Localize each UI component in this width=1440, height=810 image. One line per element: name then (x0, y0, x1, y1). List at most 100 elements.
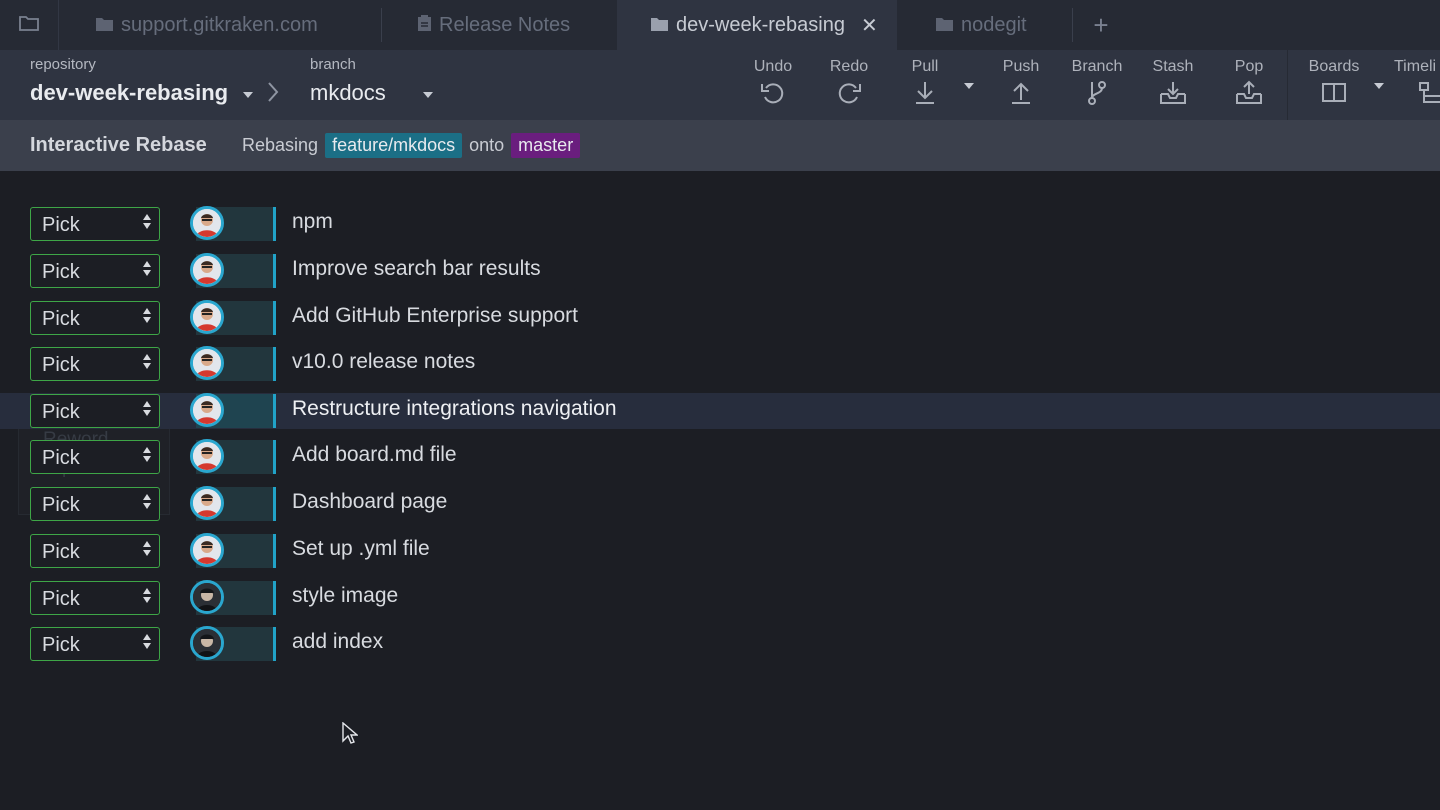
boards-options-caret-icon[interactable] (1374, 83, 1384, 89)
commit-action-select[interactable]: Pick (30, 394, 160, 428)
pull-options-caret-icon[interactable] (964, 83, 974, 89)
tab-dev-week-rebasing[interactable]: dev-week-rebasing ✕ (617, 0, 897, 50)
push-label: Push (1002, 58, 1040, 75)
interactive-rebase-header: Interactive Rebase Rebasing feature/mkdo… (0, 120, 1440, 171)
redo-button[interactable]: Redo (822, 50, 876, 120)
tab-label: support.gitkraken.com (121, 13, 318, 36)
commit-action-value: Pick (42, 214, 80, 236)
branch-button[interactable]: Branch (1068, 50, 1126, 120)
timeline-button[interactable]: Timeli (1394, 50, 1440, 120)
select-arrows-icon (143, 401, 151, 416)
commit-action-select[interactable]: Pick (30, 301, 160, 335)
author-avatar (190, 533, 224, 567)
commit-action-value: Pick (42, 354, 80, 376)
stash-label: Stash (1152, 58, 1194, 75)
commit-message: v10.0 release notes (292, 350, 476, 373)
tab-nodegit[interactable]: nodegit (936, 0, 1027, 50)
author-avatar (190, 253, 224, 287)
commit-action-select[interactable]: Pick (30, 347, 160, 381)
folder-icon (936, 14, 953, 37)
folder-icon (651, 14, 668, 37)
close-icon[interactable]: ✕ (861, 13, 878, 38)
undo-label: Undo (753, 58, 793, 75)
commit-row[interactable]: Pick v10.0 release notes (0, 346, 1440, 382)
select-arrows-icon (143, 588, 151, 603)
rebase-title: Interactive Rebase (30, 134, 207, 156)
repo-folder-button[interactable] (0, 0, 59, 50)
tab-label: Release Notes (439, 13, 571, 36)
push-icon (1009, 76, 1033, 111)
select-arrows-icon (143, 214, 151, 229)
commit-action-select[interactable]: Pick (30, 627, 160, 661)
select-arrows-icon (143, 494, 151, 509)
tab-divider (1072, 8, 1073, 42)
commit-row[interactable]: Pick Dashboard page (0, 486, 1440, 522)
repository-name[interactable]: dev-week-rebasing (30, 80, 228, 106)
commit-message: npm (292, 210, 333, 233)
undo-button[interactable]: Undo (746, 50, 800, 120)
branch-name[interactable]: mkdocs (310, 80, 386, 106)
add-tab-button[interactable]: + (1088, 0, 1114, 50)
commit-action-select[interactable]: Pick (30, 207, 160, 241)
commit-message: Dashboard page (292, 490, 448, 513)
onto-text: onto (469, 135, 505, 155)
commit-row[interactable]: Pick Add GitHub Enterprise support (0, 300, 1440, 336)
undo-icon (760, 76, 786, 111)
commit-action-select[interactable]: Pick (30, 581, 160, 615)
redo-label: Redo (829, 58, 869, 75)
branch-button-label: Branch (1071, 58, 1123, 75)
pull-button[interactable]: Pull (900, 50, 950, 120)
push-button[interactable]: Push (996, 50, 1046, 120)
commit-action-value: Pick (42, 261, 80, 283)
pop-icon (1234, 76, 1264, 111)
pull-label: Pull (911, 58, 939, 75)
chevron-right-icon (266, 80, 280, 109)
select-arrows-icon (143, 354, 151, 369)
commit-row[interactable]: Pick Restructure integrations navigation (0, 393, 1440, 429)
toolbar: repository dev-week-rebasing branch mkdo… (0, 50, 1440, 120)
author-avatar (190, 300, 224, 334)
author-avatar (190, 486, 224, 520)
toolbar-divider (1287, 50, 1288, 120)
commit-row[interactable]: Pick npm (0, 206, 1440, 242)
pop-button[interactable]: Pop (1222, 50, 1276, 120)
author-avatar (190, 439, 224, 473)
rebase-description: Rebasing feature/mkdocs onto master (242, 133, 581, 158)
commit-action-value: Pick (42, 494, 80, 516)
author-avatar (190, 393, 224, 427)
select-arrows-icon (143, 308, 151, 323)
author-avatar (190, 206, 224, 240)
branch-icon (1086, 76, 1108, 111)
commit-action-select[interactable]: Pick (30, 440, 160, 474)
tab-divider (381, 8, 382, 42)
boards-label: Boards (1308, 58, 1360, 75)
commit-message: Add GitHub Enterprise support (292, 304, 578, 327)
boards-button[interactable]: Boards (1304, 50, 1364, 120)
caret-down-icon[interactable] (243, 92, 253, 98)
commit-action-select[interactable]: Pick (30, 487, 160, 521)
caret-down-icon[interactable] (423, 92, 433, 98)
commit-row[interactable]: Pick style image (0, 580, 1440, 616)
tab-support-gitkraken[interactable]: support.gitkraken.com (96, 0, 318, 50)
tab-label: dev-week-rebasing (676, 13, 845, 36)
select-arrows-icon (143, 447, 151, 462)
commit-action-select[interactable]: Pick (30, 534, 160, 568)
commit-action-select[interactable]: Pick (30, 254, 160, 288)
commit-row[interactable]: Pick Add board.md file (0, 439, 1440, 475)
target-branch-badge: master (511, 133, 581, 158)
stash-button[interactable]: Stash (1147, 50, 1199, 120)
commit-action-value: Pick (42, 541, 80, 563)
author-avatar (190, 626, 224, 660)
tab-release-notes[interactable]: Release Notes (418, 0, 570, 50)
commit-row[interactable]: Pick Improve search bar results (0, 253, 1440, 289)
commit-row[interactable]: Pick Set up .yml file (0, 533, 1440, 569)
commit-row[interactable]: Pick add index (0, 626, 1440, 662)
commit-message: Set up .yml file (292, 537, 430, 560)
repository-label: repository (30, 56, 96, 73)
commit-message: Restructure integrations navigation (292, 397, 617, 420)
clipboard-icon (418, 14, 431, 37)
commit-action-value: Pick (42, 401, 80, 423)
commit-message: Improve search bar results (292, 257, 541, 280)
commit-action-value: Pick (42, 634, 80, 656)
commit-message: style image (292, 584, 399, 607)
